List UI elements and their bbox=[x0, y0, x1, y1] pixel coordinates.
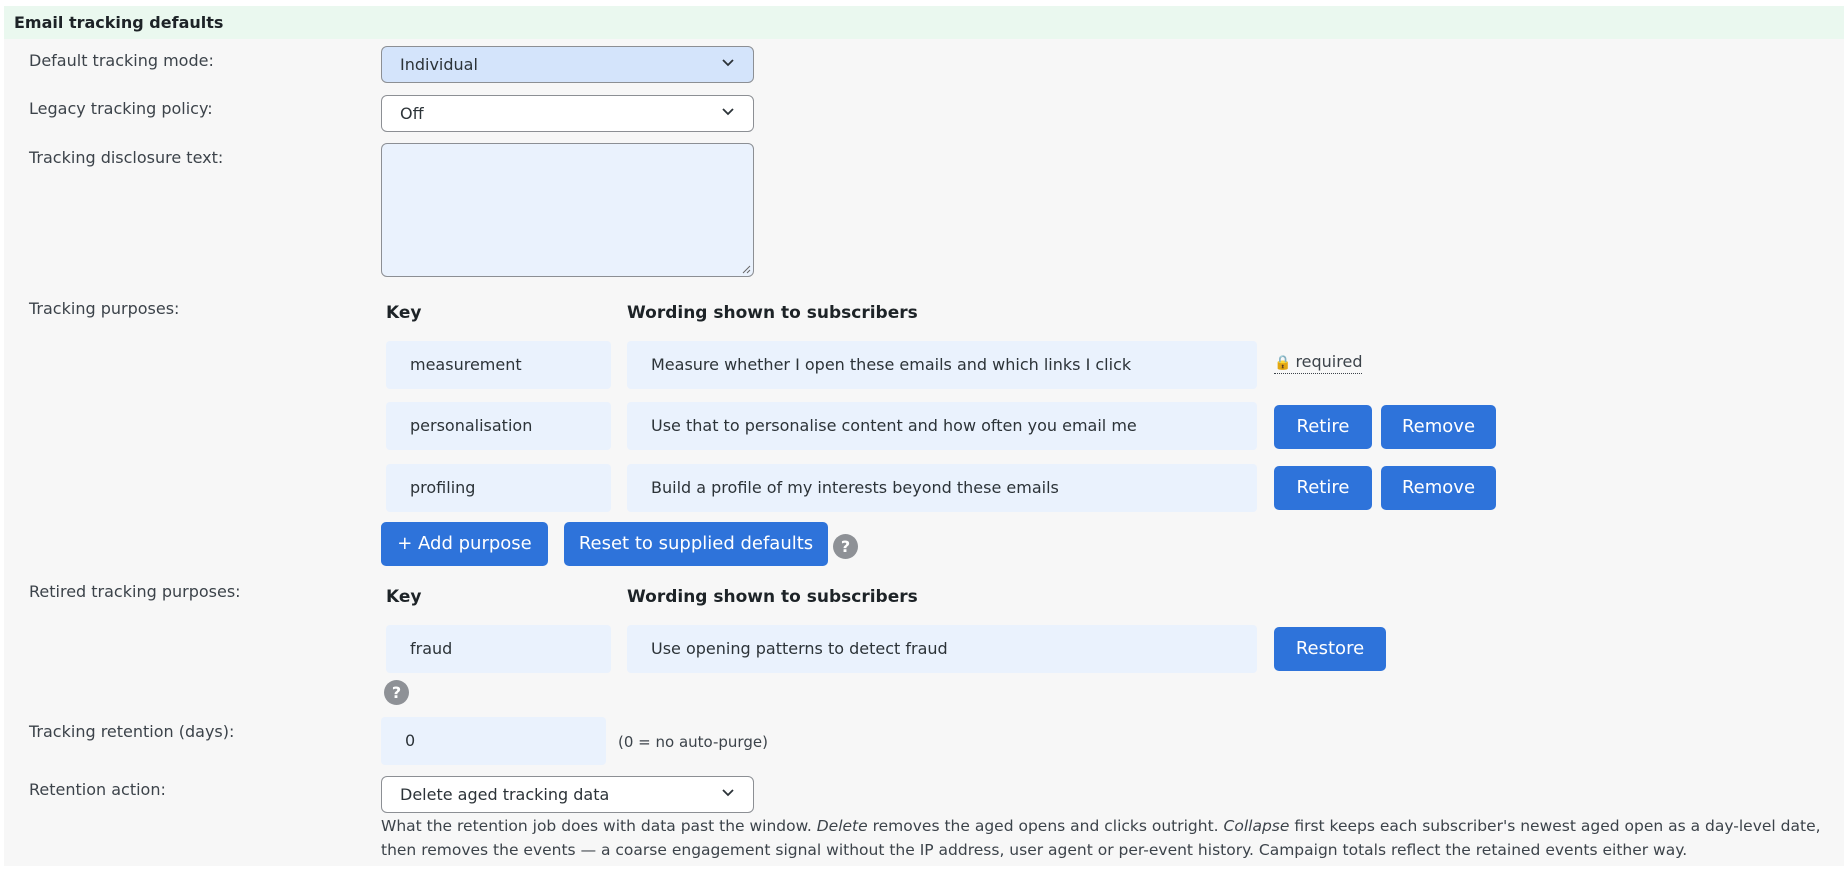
chevron-down-icon bbox=[722, 59, 734, 67]
purpose-key-input[interactable]: profiling bbox=[386, 464, 611, 512]
section-title: Email tracking defaults bbox=[4, 6, 1844, 39]
desc-text: removes the aged opens and clicks outrig… bbox=[867, 817, 1224, 835]
add-purpose-button[interactable]: + Add purpose bbox=[381, 522, 548, 566]
purpose-key-input[interactable]: personalisation bbox=[386, 402, 611, 450]
legacy-policy-select[interactable]: Off bbox=[381, 95, 754, 132]
purposes-wording-header: Wording shown to subscribers bbox=[627, 303, 918, 323]
help-icon[interactable]: ? bbox=[833, 534, 858, 559]
tracking-mode-select[interactable]: Individual bbox=[381, 46, 754, 83]
retired-key-header: Key bbox=[386, 587, 422, 607]
retired-key-field: fraud bbox=[386, 625, 611, 673]
retired-label: Retired tracking purposes: bbox=[29, 582, 241, 601]
disclosure-textarea[interactable] bbox=[381, 143, 754, 277]
chevron-down-icon bbox=[722, 108, 734, 116]
retention-days-input[interactable]: 0 bbox=[381, 717, 606, 765]
required-badge: 🔒 required bbox=[1274, 352, 1363, 374]
purpose-wording-input[interactable]: Build a profile of my interests beyond t… bbox=[627, 464, 1257, 512]
desc-emphasis: Delete bbox=[816, 817, 868, 835]
purpose-key-input[interactable]: measurement bbox=[386, 341, 611, 389]
retention-action-label: Retention action: bbox=[29, 780, 166, 799]
retention-action-value: Delete aged tracking data bbox=[400, 785, 610, 804]
purpose-wording-input[interactable]: Measure whether I open these emails and … bbox=[627, 341, 1257, 389]
retired-wording-header: Wording shown to subscribers bbox=[627, 587, 918, 607]
retention-description: What the retention job does with data pa… bbox=[381, 814, 1841, 862]
purposes-key-header: Key bbox=[386, 303, 422, 323]
legacy-policy-label: Legacy tracking policy: bbox=[29, 99, 213, 118]
chevron-down-icon bbox=[722, 789, 734, 797]
retention-days-label: Tracking retention (days): bbox=[29, 722, 235, 741]
restore-button[interactable]: Restore bbox=[1274, 627, 1386, 671]
legacy-policy-value: Off bbox=[400, 104, 424, 123]
help-icon[interactable]: ? bbox=[384, 680, 409, 705]
reset-defaults-button[interactable]: Reset to supplied defaults bbox=[564, 522, 828, 566]
purposes-label: Tracking purposes: bbox=[29, 299, 180, 318]
remove-button[interactable]: Remove bbox=[1381, 466, 1496, 510]
tracking-mode-label: Default tracking mode: bbox=[29, 51, 214, 70]
retire-button[interactable]: Retire bbox=[1274, 405, 1372, 449]
retire-button[interactable]: Retire bbox=[1274, 466, 1372, 510]
desc-emphasis: Collapse bbox=[1223, 817, 1290, 835]
resize-handle-icon[interactable] bbox=[742, 265, 751, 274]
tracking-mode-value: Individual bbox=[400, 55, 478, 74]
required-text: required bbox=[1295, 352, 1363, 371]
remove-button[interactable]: Remove bbox=[1381, 405, 1496, 449]
purpose-wording-input[interactable]: Use that to personalise content and how … bbox=[627, 402, 1257, 450]
desc-text: What the retention job does with data pa… bbox=[381, 817, 817, 835]
retention-action-select[interactable]: Delete aged tracking data bbox=[381, 776, 754, 813]
retired-wording-field: Use opening patterns to detect fraud bbox=[627, 625, 1257, 673]
disclosure-label: Tracking disclosure text: bbox=[29, 148, 224, 167]
lock-icon: 🔒 bbox=[1274, 355, 1292, 371]
retention-hint: (0 = no auto-purge) bbox=[618, 733, 768, 751]
